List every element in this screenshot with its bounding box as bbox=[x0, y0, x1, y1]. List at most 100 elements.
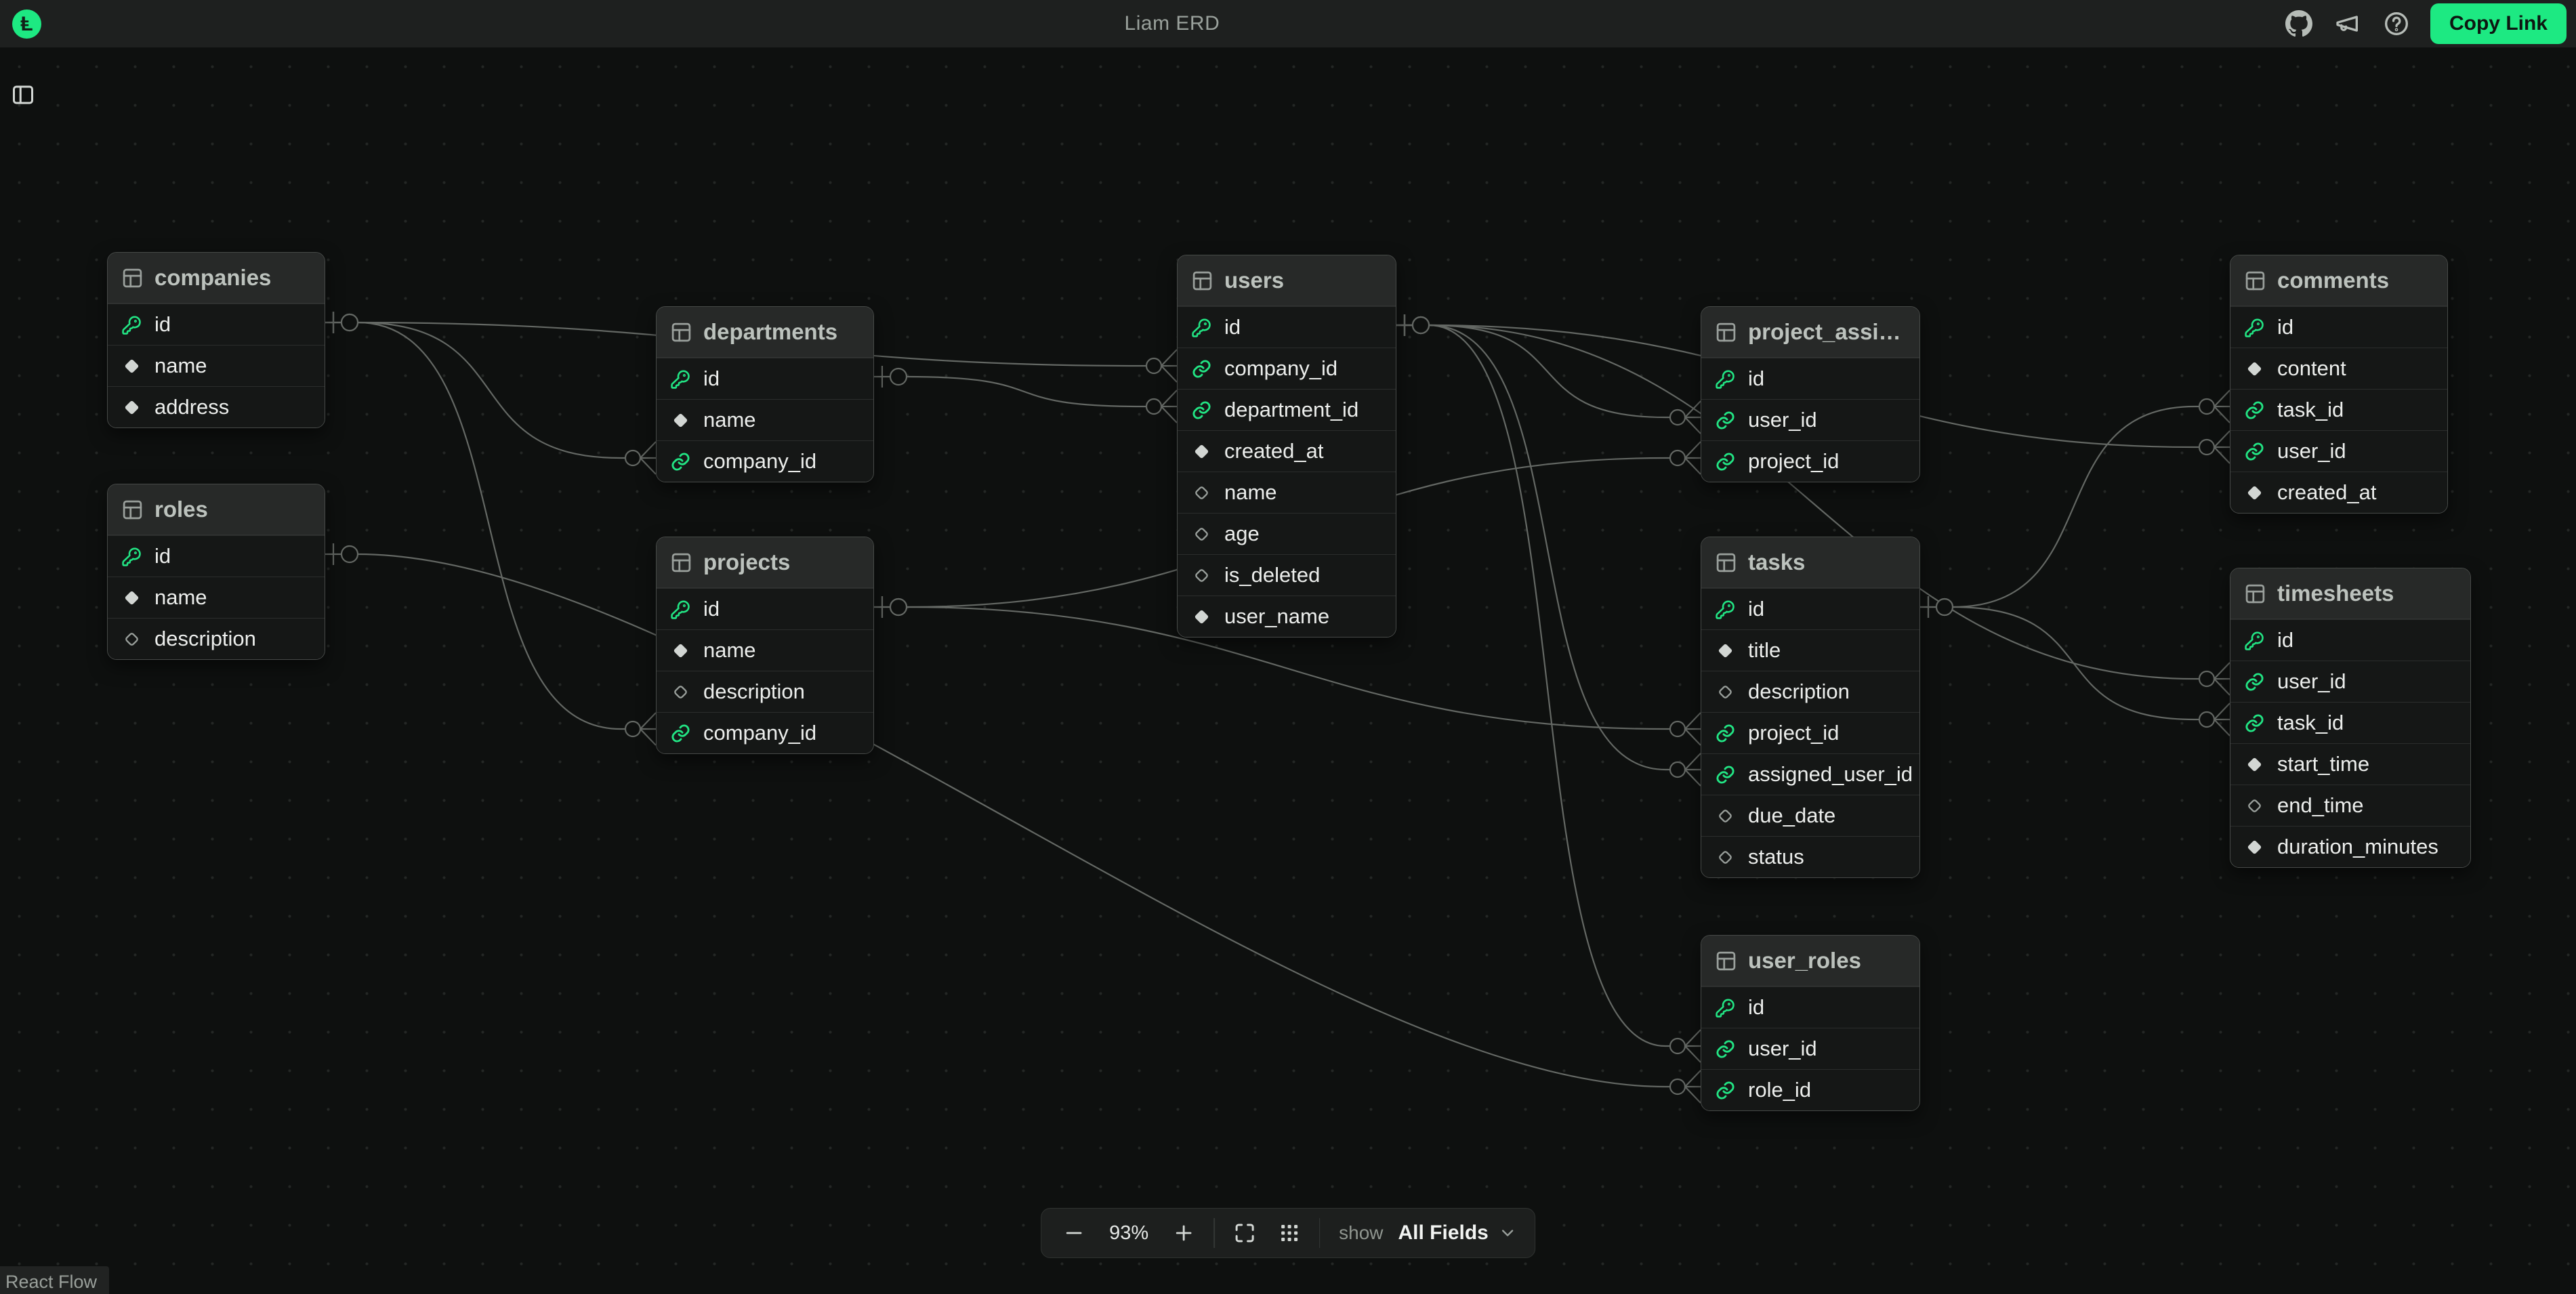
foreign-key-link-icon bbox=[1715, 1080, 1736, 1101]
copy-link-button[interactable]: Copy Link bbox=[2430, 3, 2567, 44]
column-row-status[interactable]: status bbox=[1701, 836, 1919, 877]
column-name: company_id bbox=[703, 449, 816, 474]
table-node-project_assignments[interactable]: project_assignme...id user_id project_id bbox=[1701, 306, 1920, 482]
column-row-end_time[interactable]: end_time bbox=[2230, 785, 2470, 826]
column-row-user_id[interactable]: user_id bbox=[1701, 399, 1919, 440]
column-row-content[interactable]: content bbox=[2230, 348, 2447, 389]
column-row-id[interactable]: id bbox=[2230, 619, 2470, 661]
column-row-id[interactable]: id bbox=[1701, 588, 1919, 629]
table-node-timesheets[interactable]: timesheetsiduser_idtask_idstart_timeend_… bbox=[2230, 568, 2471, 868]
not-null-diamond-icon bbox=[2244, 358, 2265, 379]
column-name: name bbox=[703, 408, 756, 432]
erd-canvas-background[interactable] bbox=[0, 47, 2576, 1294]
column-row-task_id[interactable]: task_id bbox=[2230, 389, 2447, 430]
table-icon bbox=[1715, 551, 1737, 574]
foreign-key-link-icon bbox=[670, 723, 691, 744]
table-node-comments[interactable]: commentsidcontenttask_iduser_idcreated_a… bbox=[2230, 255, 2448, 514]
megaphone-icon[interactable] bbox=[2333, 9, 2363, 39]
fields-filter-dropdown[interactable]: All Fields bbox=[1398, 1222, 1517, 1245]
liam-logo-icon[interactable]: Ⱡ bbox=[12, 9, 41, 39]
column-row-created_at[interactable]: created_at bbox=[1178, 430, 1396, 472]
foreign-key-link-icon bbox=[1715, 410, 1736, 431]
column-row-name[interactable]: name bbox=[657, 399, 873, 440]
tidy-up-button[interactable] bbox=[1274, 1218, 1304, 1248]
column-row-description[interactable]: description bbox=[1701, 671, 1919, 712]
column-row-user_id[interactable]: user_id bbox=[1701, 1028, 1919, 1069]
column-row-department_id[interactable]: department_id bbox=[1178, 389, 1396, 430]
table-header[interactable]: roles bbox=[108, 484, 325, 535]
column-row-id[interactable]: id bbox=[657, 358, 873, 399]
column-name: id bbox=[1748, 367, 1764, 391]
column-row-role_id[interactable]: role_id bbox=[1701, 1069, 1919, 1110]
nullable-diamond-icon bbox=[121, 629, 142, 650]
github-icon[interactable] bbox=[2284, 9, 2314, 39]
column-row-project_id[interactable]: project_id bbox=[1701, 712, 1919, 753]
table-node-companies[interactable]: companies idnameaddress bbox=[107, 252, 325, 428]
table-header[interactable]: timesheets bbox=[2230, 568, 2470, 619]
column-row-created_at[interactable]: created_at bbox=[2230, 472, 2447, 513]
table-title: roles bbox=[154, 497, 208, 522]
column-row-age[interactable]: age bbox=[1178, 513, 1396, 554]
column-row-user_id[interactable]: user_id bbox=[2230, 430, 2447, 472]
column-row-assigned_user_id[interactable]: assigned_user_id bbox=[1701, 753, 1919, 795]
primary-key-icon bbox=[1715, 369, 1736, 390]
table-node-user_roles[interactable]: user_rolesiduser_idrole_id bbox=[1701, 935, 1920, 1111]
zoom-out-button[interactable] bbox=[1059, 1218, 1089, 1248]
table-title: tasks bbox=[1748, 549, 1805, 575]
column-name: department_id bbox=[1224, 398, 1358, 422]
column-row-duration_minutes[interactable]: duration_minutes bbox=[2230, 826, 2470, 867]
column-row-description[interactable]: description bbox=[657, 671, 873, 712]
help-icon[interactable] bbox=[2382, 9, 2411, 39]
table-header[interactable]: user_roles bbox=[1701, 936, 1919, 986]
column-name: title bbox=[1748, 638, 1781, 663]
column-name: is_deleted bbox=[1224, 563, 1320, 587]
column-row-is_deleted[interactable]: is_deleted bbox=[1178, 554, 1396, 596]
column-row-name[interactable]: name bbox=[657, 629, 873, 671]
column-row-user_id[interactable]: user_id bbox=[2230, 661, 2470, 702]
zoom-in-button[interactable] bbox=[1169, 1218, 1199, 1248]
column-row-id[interactable]: id bbox=[1701, 358, 1919, 399]
table-node-tasks[interactable]: tasks id title descriptionproject_idassigne… bbox=[1701, 537, 1920, 878]
table-header[interactable]: projects bbox=[657, 537, 873, 588]
column-row-name[interactable]: name bbox=[108, 345, 325, 386]
table-icon bbox=[2244, 270, 2266, 292]
column-row-task_id[interactable]: task_id bbox=[2230, 702, 2470, 743]
column-row-id[interactable]: id bbox=[2230, 306, 2447, 348]
column-row-company_id[interactable]: company_id bbox=[657, 712, 873, 753]
column-row-title[interactable]: title bbox=[1701, 629, 1919, 671]
column-row-company_id[interactable]: company_id bbox=[657, 440, 873, 482]
table-node-roles[interactable]: roles idnamedescription bbox=[107, 484, 325, 660]
column-row-company_id[interactable]: company_id bbox=[1178, 348, 1396, 389]
column-row-id[interactable]: id bbox=[108, 304, 325, 345]
column-row-description[interactable]: description bbox=[108, 618, 325, 659]
column-row-due_date[interactable]: due_date bbox=[1701, 795, 1919, 836]
table-node-projects[interactable]: projectsidname description company_id bbox=[656, 537, 874, 754]
table-header[interactable]: users bbox=[1178, 255, 1396, 306]
column-row-name[interactable]: name bbox=[1178, 472, 1396, 513]
table-title: companies bbox=[154, 265, 271, 291]
table-node-users[interactable]: usersidcompany_id department_id created_at… bbox=[1177, 255, 1396, 638]
not-null-diamond-icon bbox=[2244, 837, 2265, 858]
primary-key-icon bbox=[2244, 317, 2265, 338]
table-node-departments[interactable]: departmentsid name company_id bbox=[656, 306, 874, 482]
column-row-address[interactable]: address bbox=[108, 386, 325, 427]
table-header[interactable]: departments bbox=[657, 307, 873, 358]
column-row-id[interactable]: id bbox=[1701, 986, 1919, 1028]
table-header[interactable]: project_assignme... bbox=[1701, 307, 1919, 358]
table-header[interactable]: tasks bbox=[1701, 537, 1919, 588]
column-row-id[interactable]: id bbox=[657, 588, 873, 629]
column-row-name[interactable]: name bbox=[108, 577, 325, 618]
column-name: description bbox=[703, 680, 805, 704]
column-row-id[interactable]: id bbox=[108, 535, 325, 577]
fit-view-button[interactable] bbox=[1230, 1218, 1260, 1248]
nullable-diamond-icon bbox=[670, 682, 691, 703]
column-name: user_id bbox=[1748, 408, 1817, 432]
react-flow-attribution[interactable]: React Flow bbox=[0, 1266, 109, 1294]
column-row-user_name[interactable]: user_name bbox=[1178, 596, 1396, 637]
table-header[interactable]: companies bbox=[108, 253, 325, 304]
sidebar-toggle-icon[interactable] bbox=[9, 81, 37, 108]
column-row-start_time[interactable]: start_time bbox=[2230, 743, 2470, 785]
column-row-id[interactable]: id bbox=[1178, 306, 1396, 348]
table-header[interactable]: comments bbox=[2230, 255, 2447, 306]
column-row-project_id[interactable]: project_id bbox=[1701, 440, 1919, 482]
